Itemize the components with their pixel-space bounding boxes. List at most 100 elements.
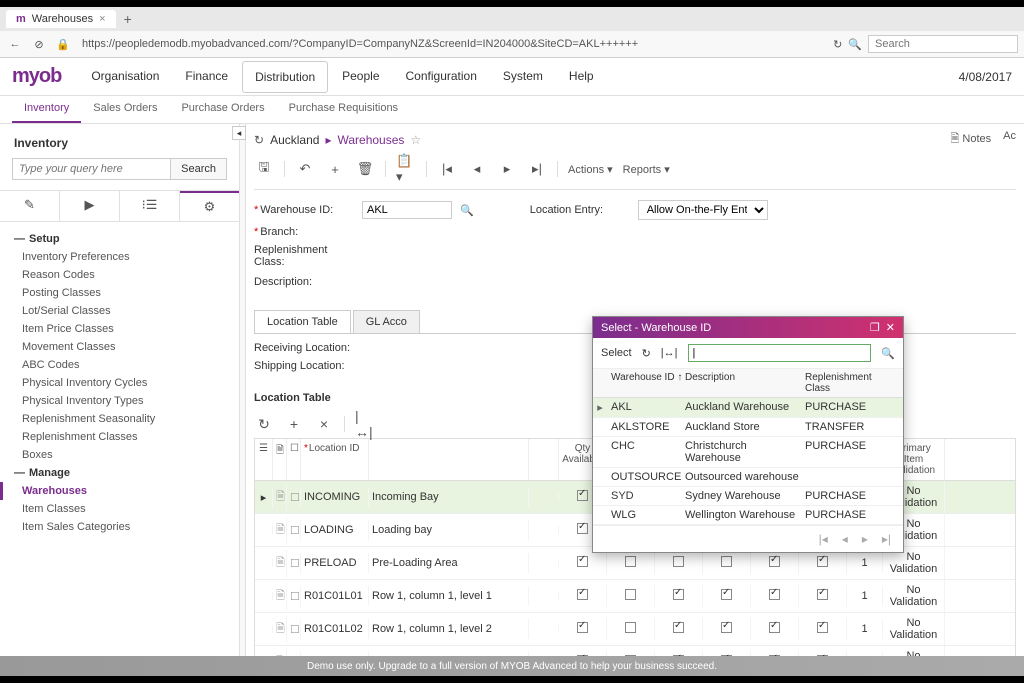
nav-system[interactable]: System [491,61,555,93]
add-icon[interactable]: + [325,159,345,179]
grid-add-icon[interactable]: + [284,414,304,434]
popup-next-icon[interactable]: ▸ [862,532,868,546]
sidebar-item-warehouses[interactable]: Warehouses [0,482,239,500]
nav-help[interactable]: Help [557,61,606,93]
breadcrumb-parent[interactable]: Auckland [270,133,319,147]
sidebar-item-inventory-preferences[interactable]: Inventory Preferences [0,248,239,266]
tab-add-icon[interactable]: + [124,11,132,27]
popup-row[interactable]: AKLSTOREAuckland StoreTRANSFER [593,418,903,437]
next-icon[interactable]: ▸ [497,159,517,179]
nav-organisation[interactable]: Organisation [79,61,171,93]
subnav-sales-orders[interactable]: Sales Orders [81,96,169,123]
popup-search-input[interactable] [688,344,872,362]
prev-icon[interactable]: ◂ [467,159,487,179]
tab-close-icon[interactable]: × [99,13,105,25]
sidebar-item-item-price-classes[interactable]: Item Price Classes [0,320,239,338]
grid-delete-icon[interactable]: × [314,414,334,434]
table-row[interactable]: 🗎☐R01C01L01Row 1, column 1, level 11No V… [255,580,1015,613]
sidebar-item-replenishment-classes[interactable]: Replenishment Classes [0,428,239,446]
search-icon[interactable]: 🔍 [881,347,895,360]
breadcrumb-current[interactable]: Warehouses [337,133,404,147]
sidebar-item-reason-codes[interactable]: Reason Codes [0,266,239,284]
pencil-icon[interactable]: ✎ [0,191,60,221]
warehouse-id-input[interactable] [362,201,452,219]
sidebar-item-movement-classes[interactable]: Movement Classes [0,338,239,356]
nav-finance[interactable]: Finance [173,61,240,93]
grid-fit-icon[interactable]: |↔| [355,414,375,434]
sidebar-item-abc-codes[interactable]: ABC Codes [0,356,239,374]
warehouse-id-label: Warehouse ID: [254,204,354,216]
collapse-icon[interactable]: ◂ [232,126,246,140]
popup-first-icon[interactable]: |◂ [819,532,828,546]
popup-col-desc[interactable]: Description [685,372,805,394]
subnav-purchase-requisitions[interactable]: Purchase Requisitions [277,96,410,123]
url-field[interactable]: https://peopledemodb.myobadvanced.com/?C… [78,36,827,52]
star-icon[interactable]: ☆ [410,133,421,147]
popup-title: Select - Warehouse ID [601,322,864,334]
activities-button[interactable]: Ac [1003,130,1016,149]
sidebar-item-item-classes[interactable]: Item Classes [0,500,239,518]
sidebar-item-lot-serial-classes[interactable]: Lot/Serial Classes [0,302,239,320]
popup-row[interactable]: SYDSydney WarehousePURCHASE [593,487,903,506]
col-location-id[interactable]: Location ID [301,439,369,480]
popup-prev-icon[interactable]: ◂ [842,532,848,546]
popup-row[interactable]: OUTSOURCEOutsourced warehouse [593,468,903,487]
back-icon[interactable]: ← [6,35,24,53]
last-icon[interactable]: ▸| [527,159,547,179]
popup-fit-icon[interactable]: |↔| [661,347,678,359]
subnav-purchase-orders[interactable]: Purchase Orders [169,96,276,123]
first-icon[interactable]: |◂ [437,159,457,179]
play-icon[interactable]: ▶ [60,191,120,221]
popup-select-button[interactable]: Select [601,347,632,359]
sidebar-item-physical-inventory-types[interactable]: Physical Inventory Types [0,392,239,410]
popup-restore-icon[interactable]: ❐ [870,321,880,334]
notes-button[interactable]: 🗎 Notes [951,130,992,149]
col-action: ☐ [287,439,301,480]
sidebar-item-physical-inventory-cycles[interactable]: Physical Inventory Cycles [0,374,239,392]
sidebar-item-boxes[interactable]: Boxes [0,446,239,464]
refresh-icon[interactable]: ↻ [833,38,842,51]
popup-row[interactable]: ▸AKLAuckland WarehousePURCHASE [593,398,903,418]
popup-row[interactable]: CHCChristchurch WarehousePURCHASE [593,437,903,468]
tab-location-table[interactable]: Location Table [254,310,351,333]
popup-col-id[interactable]: Warehouse ID ↑ [607,372,685,394]
popup-row[interactable]: WLGWellington WarehousePURCHASE [593,506,903,525]
nav-distribution[interactable]: Distribution [242,61,328,93]
section-manage[interactable]: — Manage [0,464,239,482]
popup-close-icon[interactable]: ✕ [886,321,895,334]
popup-refresh-icon[interactable]: ↻ [642,347,651,360]
col-select: ☰ [255,439,273,480]
nav-configuration[interactable]: Configuration [394,61,489,93]
search-button[interactable]: Search [171,158,227,180]
shipping-location-label: Shipping Location: [254,360,354,372]
save-icon[interactable]: 🖫 [254,159,274,179]
browser-search-input[interactable] [868,35,1018,53]
refresh-icon[interactable]: ↻ [254,133,264,147]
popup-col-rep[interactable]: Replenishment Class [805,372,895,394]
clipboard-icon[interactable]: 📋▾ [396,159,416,179]
popup-last-icon[interactable]: ▸| [882,532,891,546]
col-action: 🗎 [273,439,287,480]
nav-people[interactable]: People [330,61,391,93]
delete-icon[interactable]: 🗑 [355,159,375,179]
table-row[interactable]: 🗎☐R01C01L02Row 1, column 1, level 21No V… [255,613,1015,646]
sidebar-item-posting-classes[interactable]: Posting Classes [0,284,239,302]
sidebar-item-replenishment-seasonality[interactable]: Replenishment Seasonality [0,410,239,428]
chart-icon[interactable]: ⁝☰ [120,191,180,221]
reports-dropdown[interactable]: Reports ▾ [623,163,670,176]
rep-class-label: Replenishment Class: [254,244,354,268]
section-setup[interactable]: — Setup [0,230,239,248]
location-entry-label: Location Entry: [530,204,630,216]
undo-icon[interactable]: ↶ [295,159,315,179]
lookup-icon[interactable]: 🔍 [460,204,474,217]
grid-refresh-icon[interactable]: ↻ [254,414,274,434]
col-description[interactable] [369,439,529,480]
subnav-inventory[interactable]: Inventory [12,96,81,123]
sidebar-item-item-sales-categories[interactable]: Item Sales Categories [0,518,239,536]
query-input[interactable] [12,158,171,180]
browser-tab[interactable]: m Warehouses × [6,10,116,28]
location-entry-select[interactable]: Allow On-the-Fly Entry [638,200,768,220]
actions-dropdown[interactable]: Actions ▾ [568,163,613,176]
gear-icon[interactable]: ⚙ [180,191,239,221]
tab-gl-accounts[interactable]: GL Acco [353,310,420,333]
